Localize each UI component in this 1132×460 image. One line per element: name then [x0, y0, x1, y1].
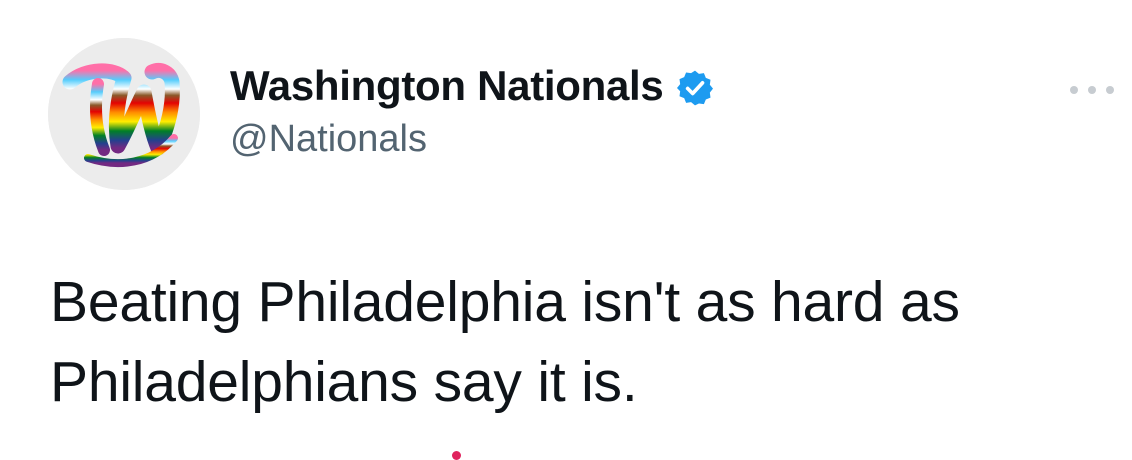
avatar[interactable]: [48, 38, 200, 190]
more-dot: [1070, 86, 1078, 94]
author-handle[interactable]: @Nationals: [230, 118, 427, 161]
partial-like-icon: [452, 451, 461, 460]
verified-badge-icon: [675, 64, 715, 108]
nationals-logo-icon: [48, 38, 200, 190]
tweet-card: Washington Nationals @Nationals Beating …: [0, 0, 1132, 460]
more-dot: [1088, 86, 1096, 94]
tweet-text-line: Beating Philadelphia isn't as hard as: [50, 270, 960, 334]
author-display-name[interactable]: Washington Nationals: [230, 62, 664, 110]
tweet-text-line: Philadelphians say it is.: [50, 350, 638, 414]
tweet-text: Beating Philadelphia isn't as hard as Ph…: [50, 262, 1110, 422]
more-options-icon[interactable]: [1070, 78, 1114, 102]
more-dot: [1106, 86, 1114, 94]
author-name-row[interactable]: Washington Nationals: [230, 62, 715, 110]
